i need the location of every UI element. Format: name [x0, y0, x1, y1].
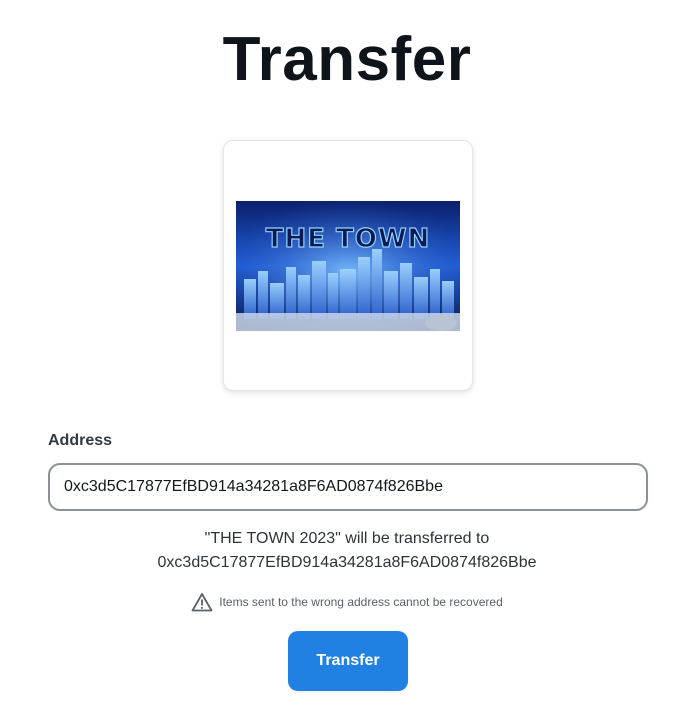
- nft-card: THE TOWN: [223, 140, 473, 391]
- transfer-summary-address: 0xc3d5C17877EfBD914a34281a8F6AD0874f826B…: [157, 554, 537, 571]
- transfer-summary-line1: "THE TOWN 2023" will be transferred to: [204, 530, 490, 547]
- warning-text: Items sent to the wrong address cannot b…: [219, 595, 503, 609]
- address-input[interactable]: [48, 463, 648, 511]
- page-title: Transfer: [222, 25, 472, 94]
- warning-triangle-icon: [191, 593, 213, 612]
- nft-image-title: THE TOWN: [266, 224, 431, 254]
- transfer-summary: "THE TOWN 2023" will be transferred to 0…: [0, 527, 694, 575]
- transfer-button[interactable]: Transfer: [288, 631, 408, 691]
- nft-image: THE TOWN: [236, 201, 460, 331]
- warning-notice: Items sent to the wrong address cannot b…: [0, 592, 694, 612]
- address-label: Address: [48, 432, 113, 449]
